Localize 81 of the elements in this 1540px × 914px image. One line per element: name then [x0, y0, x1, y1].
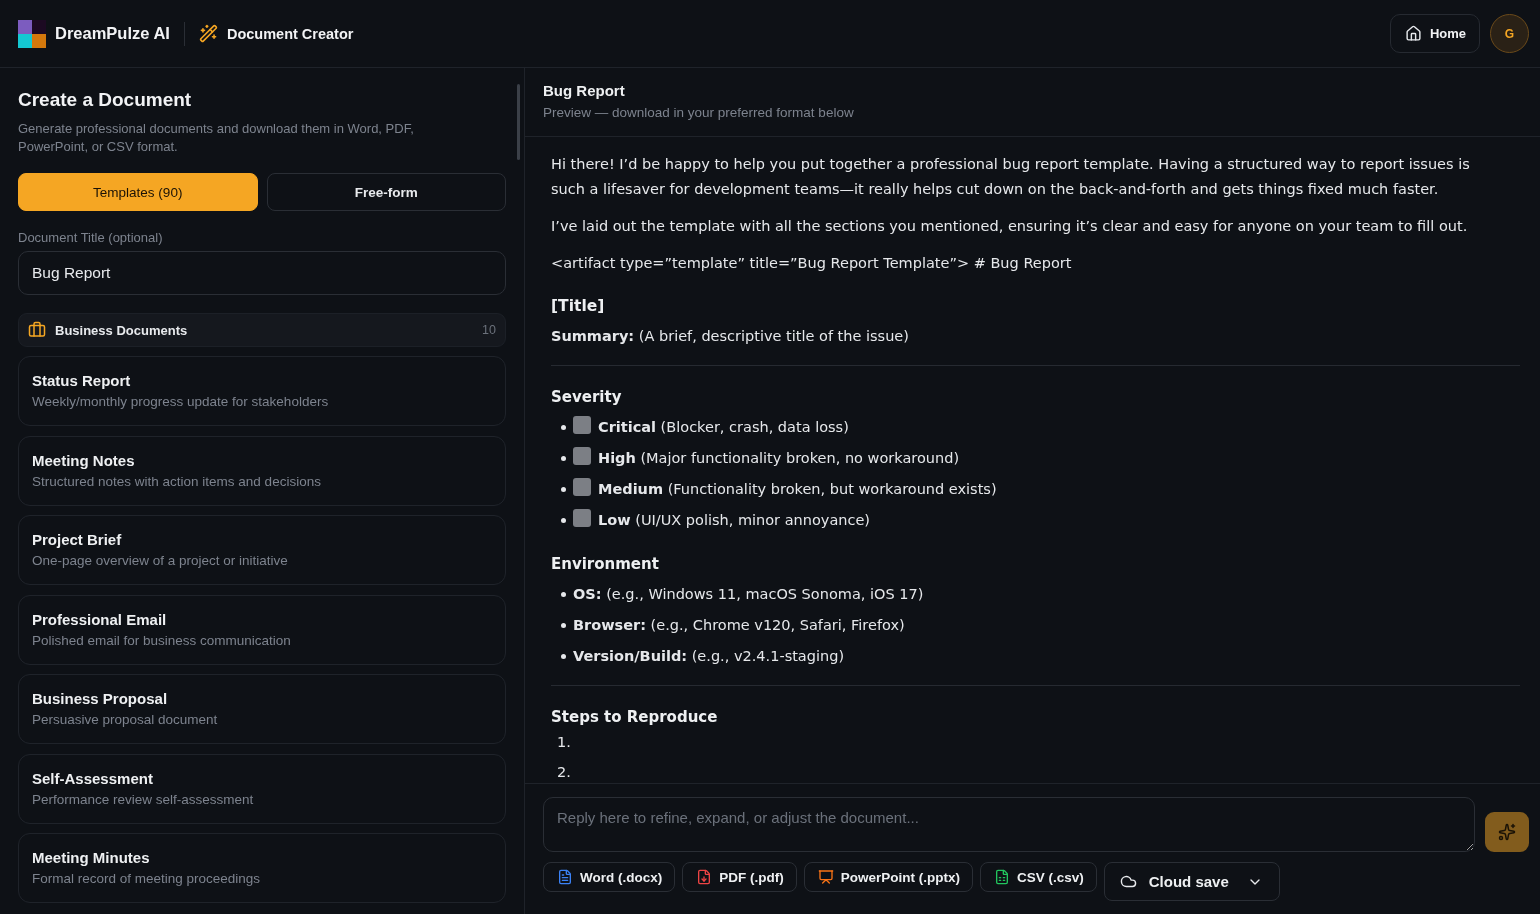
template-name: Business Proposal [32, 689, 169, 709]
mode-tab[interactable]: Free-form [266, 173, 506, 211]
template-name: Professional Email [32, 609, 168, 630]
list-item-text: Browser: (e.g., Chrome v120, Safari, Firefox) [573, 616, 905, 635]
cloud-save-dropdown[interactable]: Cloud save [1103, 862, 1280, 901]
template-description: One-page overview of a project or initiative [32, 552, 289, 570]
document-paragraph: Hi there! I’d be happy to help you put together a professional bug report template. Having a structured way to report issues is such a lifesaver for development teams—it really helps cut down on the back-and-forth and gets things fixed much faster. [551, 155, 1471, 199]
export-button[interactable]: CSV (.csv) [980, 862, 1097, 892]
section-heading: Environment [551, 554, 660, 575]
template-name: Self-Assessment [32, 768, 154, 789]
logo-icon [18, 19, 46, 48]
checkbox[interactable] [573, 477, 591, 496]
checkbox[interactable] [573, 415, 591, 434]
template-description: Structured notes with action items and decisions [32, 472, 322, 491]
user-avatar[interactable]: G [1490, 14, 1529, 53]
section-title: Document Creator [226, 25, 354, 42]
preview-subtitle: Preview — download in your preferred format below [543, 104, 855, 122]
category-name: Business Documents [55, 322, 188, 338]
export-button[interactable]: Word (.docx) [543, 862, 676, 892]
template-name: Project Brief [32, 530, 123, 550]
mode-tab[interactable]: Templates (90) [18, 173, 258, 211]
checkbox[interactable] [573, 446, 591, 465]
checkbox[interactable] [573, 508, 591, 527]
template-card[interactable]: Meeting Minutes Formal record of meeting proceedings [18, 833, 506, 903]
section-heading: Steps to Reproduce [551, 707, 719, 728]
scrollbar-thumb[interactable] [517, 84, 520, 160]
category-count: 10 [482, 323, 496, 337]
document-title: [Title] [551, 296, 606, 317]
category-header[interactable]: Business Documents 10 [18, 313, 506, 347]
panel-description: Generate professional documents and download them in Word, PDF, PowerPoint, or CSV format. [18, 120, 415, 156]
template-card[interactable]: Status Report Weekly/monthly progress update for stakeholders [18, 356, 506, 426]
bullet-icon [561, 592, 566, 597]
template-name: Meeting Minutes [32, 848, 151, 868]
briefcase-icon [28, 321, 46, 339]
bullet-icon [561, 654, 566, 659]
section-heading: Severity [551, 387, 623, 408]
bullet-icon [561, 623, 566, 628]
template-description: Weekly/monthly progress update for stakeholders [32, 393, 330, 411]
home-icon [1404, 25, 1422, 42]
list-item-text: Medium (Functionality broken, but workaround exists) [598, 480, 997, 499]
list-item-text: Version/Build: (e.g., v2.4.1-staging) [573, 647, 845, 666]
cloud-icon [1119, 873, 1137, 890]
template-description: Performance review self-assessment [32, 790, 255, 809]
list-item-text: Low (UI/UX polish, minor annoyance) [598, 511, 871, 530]
bullet-icon [561, 518, 566, 523]
panel-title: Create a Document [18, 88, 193, 112]
bullet-icon [561, 456, 566, 461]
list-number: 1. [556, 735, 572, 750]
document-icon [557, 869, 573, 885]
title-input[interactable]: Bug Report [18, 251, 506, 295]
preview-title: Bug Report [543, 81, 626, 101]
template-card[interactable]: Professional Email Polished email for business communication [18, 594, 506, 665]
document-paragraph: <artifact type=”template” title=”Bug Report Template”> # Bug Report [551, 254, 1073, 273]
field-label: Document Title (optional) [18, 231, 164, 245]
bullet-icon [561, 487, 566, 492]
list-item-text: Critical (Blocker, crash, data loss) [598, 418, 849, 437]
template-card[interactable]: Self-Assessment Performance review self-assessment [18, 753, 506, 824]
sparkle-icon [1498, 823, 1516, 841]
template-description: Persuasive proposal document [32, 711, 219, 729]
presentation-icon [817, 869, 834, 885]
template-name: Status Report [32, 371, 132, 391]
template-card[interactable]: Project Brief One-page overview of a project or initiative [18, 515, 506, 585]
export-button[interactable]: PowerPoint (.pptx) [803, 862, 973, 892]
list-item-text: OS: (e.g., Windows 11, macOS Sonoma, iOS 17) [573, 585, 924, 604]
template-description: Polished email for business communication [32, 631, 292, 650]
brand-name: DreamPulze AI [55, 24, 170, 43]
home-button[interactable]: Home [1389, 14, 1480, 53]
reply-field[interactable]: Reply here to refine, expand, or adjust the document... [543, 797, 1475, 852]
bullet-icon [561, 425, 566, 430]
template-name: Meeting Notes [32, 450, 136, 471]
template-description: Formal record of meeting proceedings [32, 870, 262, 888]
export-button[interactable]: PDF (.pdf) [682, 862, 797, 892]
file-download-icon [696, 869, 713, 885]
document-paragraph: I’ve laid out the template with all the sections you mentioned, ensuring it’s clear and easy for anyone on your team to fill out. [551, 217, 1469, 236]
document-paragraph: Summary: (A brief, descriptive title of the issue) [551, 327, 910, 346]
magic-wand-icon [198, 24, 218, 43]
list-number: 2. [556, 765, 572, 780]
template-card[interactable]: Business Proposal Persuasive proposal document [18, 674, 506, 744]
list-item-text: High (Major functionality broken, no workaround) [598, 449, 960, 468]
template-card[interactable]: Meeting Notes Structured notes with action items and decisions [18, 435, 506, 506]
spreadsheet-icon [994, 869, 1010, 885]
